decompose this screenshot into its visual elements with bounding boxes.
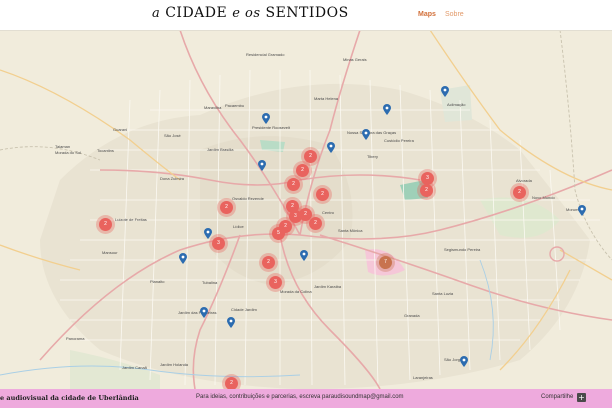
cluster-marker[interactable]: 2 [316, 188, 329, 201]
label-neighborhood: Aclimação [447, 102, 466, 107]
share-plus-icon[interactable]: + [577, 393, 586, 402]
location-pin-icon[interactable] [460, 356, 468, 367]
label-neighborhood: Presidente Roosevelt [252, 125, 291, 130]
label-neighborhood: Maravilha [204, 105, 222, 110]
cluster-marker[interactable]: 2 [262, 256, 275, 269]
label-neighborhood: Minas Gerais [343, 57, 367, 62]
cluster-marker[interactable]: 2 [220, 201, 233, 214]
site-logo[interactable]: a CIDADE e os SENTIDOS [152, 5, 349, 21]
cluster-marker[interactable]: 3 [421, 172, 434, 185]
label-neighborhood: Mansour [102, 250, 118, 255]
label-neighborhood: Dona Zulmira [160, 176, 185, 181]
label-neighborhood: Morada do Sol [55, 150, 82, 155]
cluster-marker[interactable]: 2 [304, 150, 317, 163]
label-neighborhood: Laranjeiras [413, 375, 433, 380]
location-pin-icon[interactable] [258, 160, 266, 171]
logo-e: e os [232, 6, 261, 21]
location-pin-icon[interactable] [262, 113, 270, 124]
label-neighborhood: Centro [322, 210, 335, 215]
label-neighborhood: Marta Helena [314, 96, 339, 101]
cluster-marker[interactable]: 2 [225, 377, 238, 389]
label-neighborhood: Tibery [367, 154, 378, 159]
location-pin-icon[interactable] [200, 307, 208, 318]
logo-sentidos: SENTIDOS [265, 5, 349, 21]
nav-sobre[interactable]: Sobre [445, 11, 464, 18]
footer: e audiovisual da cidade de Uberlândia Pa… [0, 389, 612, 408]
cluster-marker[interactable]: 2 [513, 186, 526, 199]
label-neighborhood: Santa Mônica [338, 228, 363, 233]
header: a CIDADE e os SENTIDOS Maps Sobre [0, 0, 612, 31]
cluster-marker[interactable]: 3 [212, 237, 225, 250]
location-pin-icon[interactable] [362, 129, 370, 140]
label-neighborhood: Planalto [150, 279, 165, 284]
city-map[interactable]: Residencial Gramado Minas Gerais Marta H… [0, 30, 612, 389]
cluster-marker[interactable]: 2 [99, 218, 112, 231]
label-neighborhood: Tocantins [97, 148, 114, 153]
cluster-marker[interactable]: 2 [309, 217, 322, 230]
location-pin-icon[interactable] [441, 86, 449, 97]
label-neighborhood: Custódio Pereira [384, 138, 414, 143]
label-neighborhood: Segismundo Pereira [444, 247, 481, 252]
location-pin-icon[interactable] [179, 253, 187, 264]
location-pin-icon[interactable] [327, 142, 335, 153]
share-button-label[interactable]: Compartilhe [541, 394, 573, 400]
label-neighborhood: Jardim Brasília [207, 147, 234, 152]
cluster-marker[interactable]: 2 [299, 208, 312, 221]
cluster-marker[interactable]: 5 [272, 227, 285, 240]
label-neighborhood: Novo Mundo [532, 195, 555, 200]
nav-maps[interactable]: Maps [418, 11, 436, 18]
location-pin-icon[interactable] [204, 228, 212, 239]
label-neighborhood: Santa Luzia [432, 291, 454, 296]
location-pin-icon[interactable] [227, 317, 235, 328]
label-neighborhood: Jardim Canaã [122, 365, 147, 370]
label-neighborhood: Luizote de Freitas [115, 217, 147, 222]
cluster-marker[interactable]: 2 [420, 184, 433, 197]
cluster-marker[interactable]: 2 [296, 164, 309, 177]
label-neighborhood: Taiaman [55, 144, 71, 149]
label-neighborhood: Granada [404, 313, 420, 318]
label-neighborhood: Panorama [66, 336, 85, 341]
footer-project-title: e audiovisual da cidade de Uberlândia [0, 394, 139, 402]
label-neighborhood: Alvorada [516, 178, 532, 183]
logo-a: a [152, 6, 161, 21]
label-neighborhood: Osvaldo Rezende [232, 196, 264, 201]
location-pin-icon[interactable] [300, 250, 308, 261]
label-neighborhood: Jardim Holanda [160, 362, 189, 367]
label-neighborhood: Morada da Colina [280, 289, 312, 294]
label-neighborhood: Guarani [113, 127, 128, 132]
label-neighborhood: Jardim das Palmeiras [178, 310, 217, 315]
location-pin-icon[interactable] [383, 104, 391, 115]
label-neighborhood: Nossa Senhora das Graças [347, 130, 397, 135]
label-neighborhood: São José [164, 133, 181, 138]
footer-contact-text[interactable]: Para ideias, contribuições e parcerias, … [196, 394, 404, 400]
cluster-marker[interactable]: 3 [269, 276, 282, 289]
label-neighborhood: Pacaembu [225, 103, 245, 108]
label-neighborhood: Tubalina [202, 280, 218, 285]
label-neighborhood: Lídice [233, 224, 244, 229]
location-pin-icon[interactable] [578, 205, 586, 216]
cluster-marker[interactable]: 2 [287, 178, 300, 191]
logo-cidade: CIDADE [165, 5, 228, 21]
cluster-marker[interactable]: 7 [379, 256, 392, 269]
label-neighborhood: Jardim Karaíba [314, 284, 342, 289]
label-neighborhood: Cidade Jardim [231, 307, 257, 312]
label-neighborhood: Residencial Gramado [246, 52, 285, 57]
